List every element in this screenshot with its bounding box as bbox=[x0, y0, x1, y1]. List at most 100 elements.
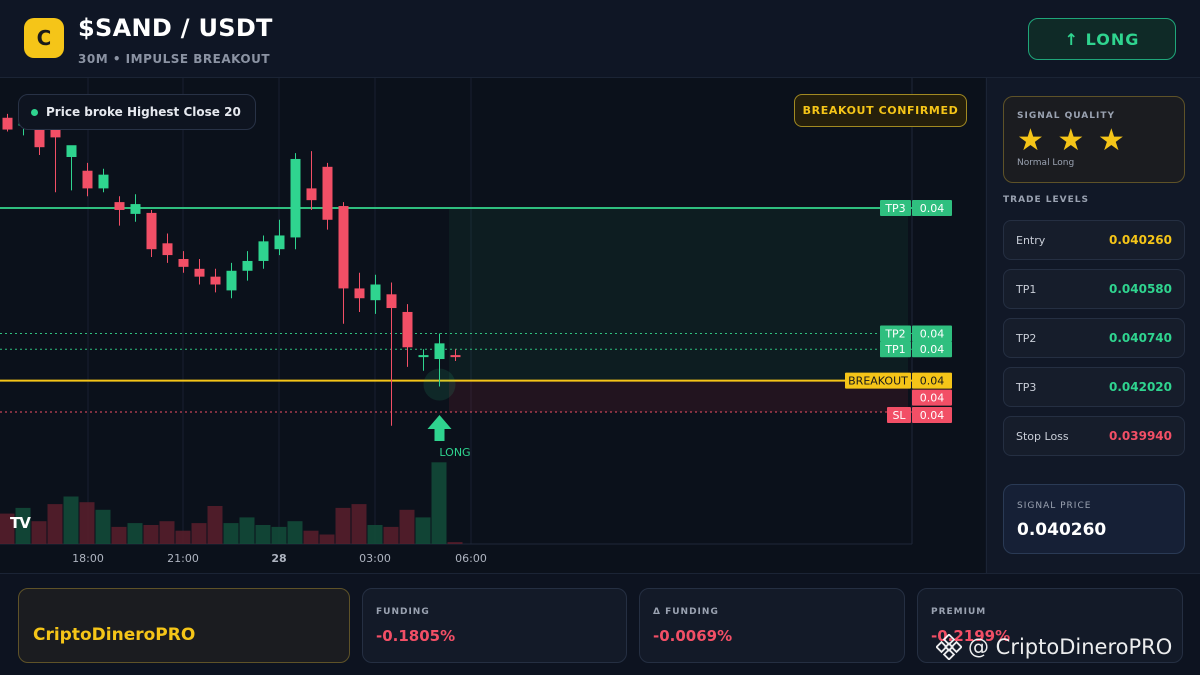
volume-bar bbox=[287, 521, 303, 544]
price-tag-value: 0.04 bbox=[920, 392, 945, 405]
signal-quality-title: SIGNAL QUALITY bbox=[1017, 111, 1115, 121]
profit-zone bbox=[449, 208, 908, 381]
volume-bar bbox=[143, 525, 159, 544]
price-tag-value: 0.04 bbox=[920, 328, 945, 341]
volume-bar bbox=[63, 496, 79, 544]
level-entry: Entry 0.040260 bbox=[1003, 220, 1185, 260]
volume-bar bbox=[207, 506, 223, 544]
price-tag-value: 0.04 bbox=[920, 409, 945, 422]
level-value: 0.040740 bbox=[1108, 331, 1172, 345]
level-tp2: TP2 0.040740 bbox=[1003, 318, 1185, 358]
metric-value: -0.0069% bbox=[653, 627, 733, 645]
breakout-badge: BREAKOUT CONFIRMED bbox=[794, 94, 967, 127]
star-rating-icon: ★ ★ ★ bbox=[1017, 123, 1127, 158]
candle-body bbox=[274, 235, 285, 250]
candle-body bbox=[418, 355, 429, 358]
candle-body bbox=[146, 212, 157, 250]
candle-body bbox=[402, 311, 413, 348]
candle-body bbox=[386, 294, 397, 309]
level-value: 0.042020 bbox=[1108, 380, 1172, 394]
level-name: TP3 bbox=[1016, 380, 1037, 394]
volume-bar bbox=[127, 523, 143, 544]
volume-bar bbox=[79, 502, 95, 544]
volume-bar bbox=[223, 523, 239, 544]
brand-card: CriptoDineroPRO bbox=[18, 588, 350, 663]
status-dot-icon bbox=[31, 108, 38, 116]
candle-body bbox=[114, 202, 125, 210]
level-name: TP1 bbox=[1016, 282, 1037, 296]
volume-bar bbox=[431, 462, 447, 544]
price-tag-label: SL bbox=[892, 409, 906, 422]
watermark: @ CriptoDineroPRO bbox=[936, 634, 1172, 660]
status-pill: Price broke Highest Close 20 bbox=[18, 94, 256, 130]
app-logo: C bbox=[24, 18, 64, 58]
volume-bar bbox=[415, 517, 431, 544]
price-tag-label: TP3 bbox=[884, 202, 905, 215]
level-name: Entry bbox=[1016, 233, 1046, 247]
level-stop-loss: Stop Loss 0.039940 bbox=[1003, 416, 1185, 456]
long-button[interactable]: ↑ LONG bbox=[1028, 18, 1176, 60]
volume-bar bbox=[303, 530, 319, 544]
candle-body bbox=[178, 259, 189, 267]
candle-body bbox=[338, 206, 349, 289]
candle-body bbox=[434, 343, 445, 360]
signal-price-value: 0.040260 bbox=[1017, 520, 1107, 540]
price-tag-value: 0.04 bbox=[920, 343, 945, 356]
metric-title: FUNDING bbox=[376, 607, 430, 617]
time-axis-label: 21:00 bbox=[167, 552, 199, 565]
price-tag-label: TP2 bbox=[884, 328, 905, 341]
volume-bar bbox=[399, 509, 415, 544]
candle-body bbox=[370, 284, 381, 301]
candle-body bbox=[226, 270, 237, 291]
signal-price-card: SIGNAL PRICE 0.040260 bbox=[1003, 484, 1185, 554]
candle-body bbox=[130, 204, 141, 214]
watermark-text: @ CriptoDineroPRO bbox=[968, 635, 1173, 659]
level-name: Stop Loss bbox=[1016, 429, 1069, 443]
time-axis-label: 06:00 bbox=[455, 552, 487, 565]
candle-body bbox=[162, 243, 173, 256]
binance-icon bbox=[936, 634, 962, 660]
volume-bar bbox=[319, 534, 335, 544]
footer-bar: CriptoDineroPRO FUNDING -0.1805% Δ FUNDI… bbox=[0, 573, 1200, 675]
candle-body bbox=[242, 260, 253, 271]
page-title: $SAND / USDT bbox=[78, 14, 273, 42]
signal-sidebar: SIGNAL QUALITY ★ ★ ★ Normal Long TRADE L… bbox=[986, 78, 1200, 573]
volume-bar bbox=[335, 507, 351, 544]
funding-card: FUNDING -0.1805% bbox=[362, 588, 627, 663]
volume-bar bbox=[47, 504, 63, 544]
chart-canvas[interactable]: TP3 0.04 TP2 0.04 TP1 0.04 BREAKOUT 0.04 0.04 SL 0… bbox=[0, 78, 985, 573]
volume-bar bbox=[111, 526, 127, 544]
volume-bar bbox=[351, 504, 367, 544]
volume-bar bbox=[31, 521, 47, 544]
price-chart[interactable]: TP3 0.04 TP2 0.04 TP1 0.04 BREAKOUT 0.04 0.04 SL 0… bbox=[0, 78, 985, 573]
candle-body bbox=[98, 174, 109, 189]
level-value: 0.040580 bbox=[1108, 282, 1172, 296]
candle-body bbox=[210, 276, 221, 285]
volume-bar bbox=[159, 521, 175, 544]
status-pill-text: Price broke Highest Close 20 bbox=[46, 105, 241, 119]
tradingview-logo-icon[interactable]: TV bbox=[10, 514, 31, 532]
time-axis-label: 28 bbox=[271, 552, 286, 565]
volume-bar bbox=[447, 542, 463, 544]
candle-body bbox=[82, 170, 93, 189]
signal-glow bbox=[423, 368, 456, 401]
header-bar: C $SAND / USDT 30M • IMPULSE BREAKOUT ↑ … bbox=[0, 0, 1200, 78]
metric-title: PREMIUM bbox=[931, 607, 987, 617]
candle-body bbox=[2, 117, 13, 130]
time-axis-label: 03:00 bbox=[359, 552, 391, 565]
level-tp3: TP3 0.042020 bbox=[1003, 367, 1185, 407]
level-value: 0.039940 bbox=[1108, 429, 1172, 443]
price-tag-label: TP1 bbox=[884, 343, 905, 356]
candle-body bbox=[290, 158, 301, 238]
candle-body bbox=[354, 288, 365, 299]
volume-bar bbox=[367, 525, 383, 544]
long-arrow-icon bbox=[427, 415, 452, 441]
level-tp1: TP1 0.040580 bbox=[1003, 269, 1185, 309]
volume-bar bbox=[95, 509, 111, 544]
brand-name: CriptoDineroPRO bbox=[33, 625, 196, 645]
candle-body bbox=[66, 145, 77, 157]
time-axis-label: 18:00 bbox=[72, 552, 104, 565]
candle-body bbox=[450, 355, 461, 358]
volume-bar bbox=[175, 530, 191, 544]
volume-bar bbox=[255, 525, 271, 544]
